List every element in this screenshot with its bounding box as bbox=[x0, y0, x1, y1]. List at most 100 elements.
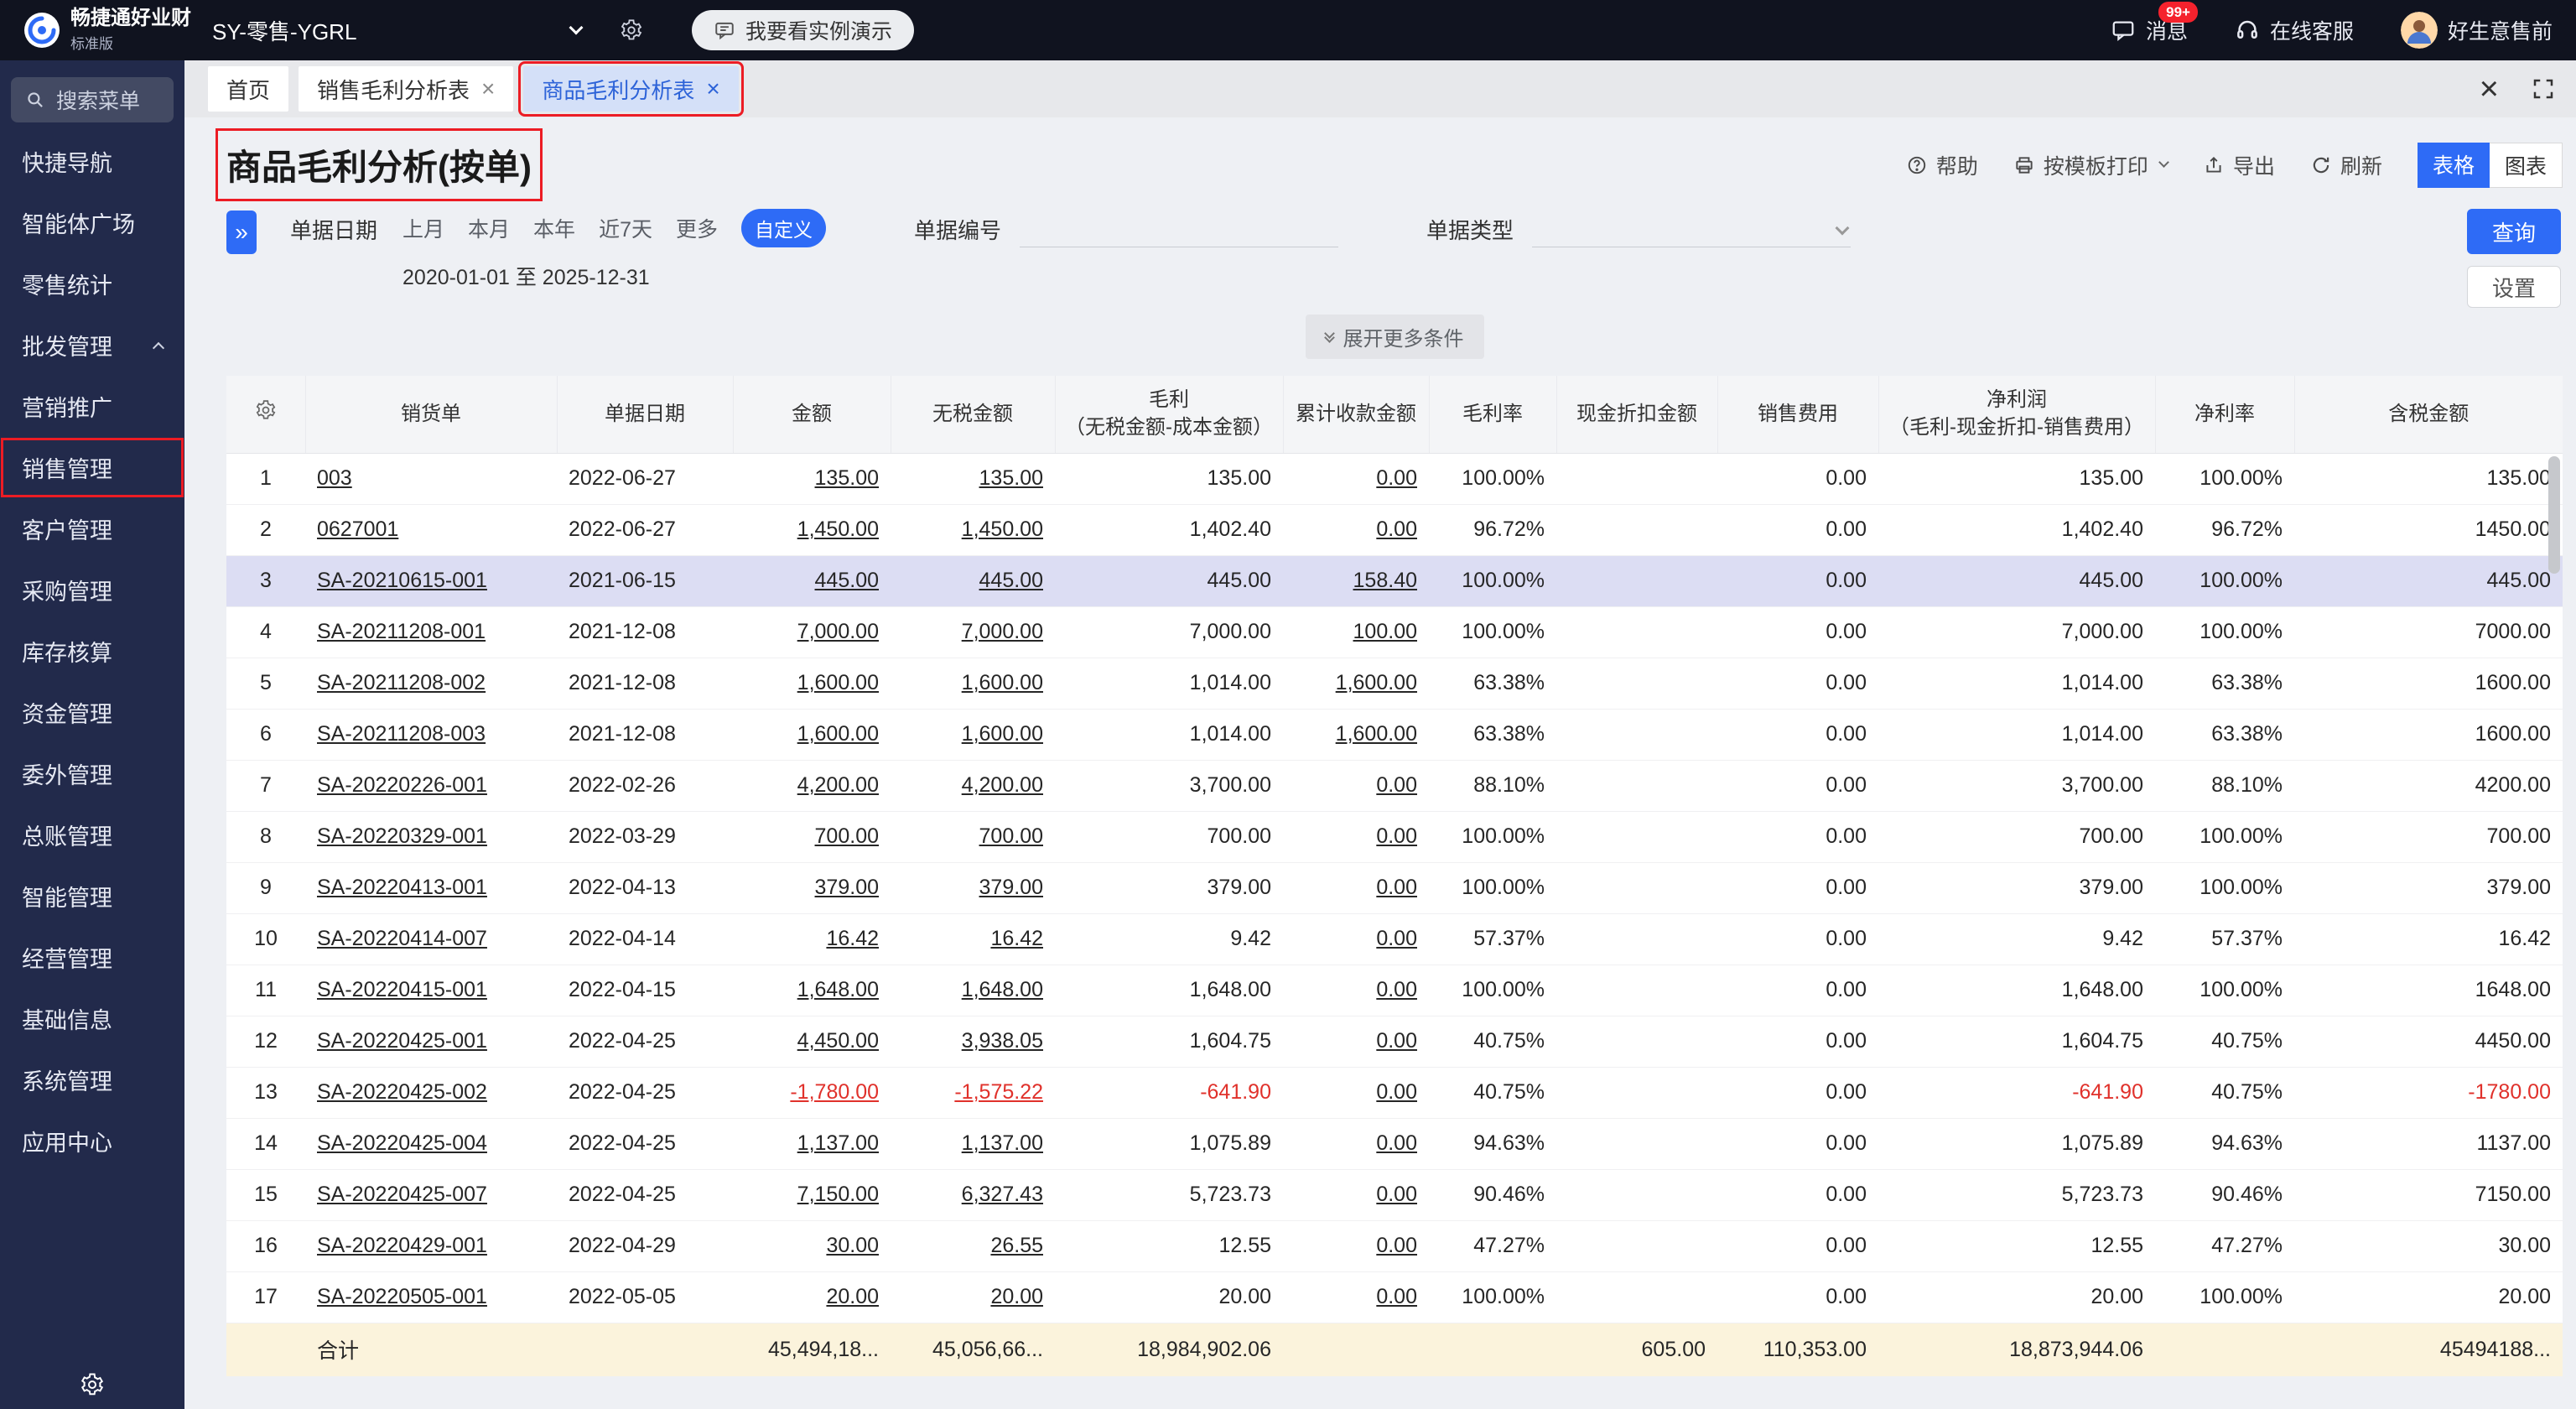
doc-number-link[interactable]: SA-20210615-001 bbox=[317, 569, 487, 592]
doc-number-link[interactable]: SA-20220425-007 bbox=[317, 1183, 487, 1206]
date-quick-option[interactable]: 本月 bbox=[468, 213, 510, 243]
help-button[interactable]: 帮助 bbox=[1906, 150, 1978, 180]
amount-link[interactable]: 30.00 bbox=[826, 1234, 879, 1257]
doc-number-link[interactable]: SA-20220505-001 bbox=[317, 1285, 487, 1308]
tab-home[interactable]: 首页 bbox=[208, 66, 288, 112]
sidebar-item-ledger-mgmt[interactable]: 总账管理 bbox=[0, 804, 184, 866]
amount-link[interactable]: 1,450.00 bbox=[797, 517, 879, 541]
amount-link[interactable]: 4,450.00 bbox=[797, 1029, 879, 1053]
doc-number-link[interactable]: SA-20220329-001 bbox=[317, 824, 487, 848]
tab-close-icon[interactable]: × bbox=[706, 77, 719, 101]
amount-link[interactable]: 379.00 bbox=[979, 876, 1043, 899]
table-row[interactable]: 11SA-20220415-0012022-04-151,648.001,648… bbox=[226, 964, 2563, 1016]
doc-number-link[interactable]: 0627001 bbox=[317, 517, 398, 541]
amount-link[interactable]: 100.00 bbox=[1353, 620, 1417, 643]
amount-link[interactable]: 1,600.00 bbox=[962, 671, 1043, 694]
table-row[interactable]: 7SA-20220226-0012022-02-264,200.004,200.… bbox=[226, 760, 2563, 811]
date-quick-option[interactable]: 更多 bbox=[676, 213, 718, 243]
doc-number-link[interactable]: SA-20220226-001 bbox=[317, 773, 487, 797]
support-button[interactable]: 在线客服 bbox=[2235, 15, 2354, 45]
column-header[interactable]: 现金折扣金额 bbox=[1556, 376, 1717, 453]
table-row[interactable]: 13SA-20220425-0022022-04-25-1,780.00-1,5… bbox=[226, 1067, 2563, 1118]
amount-link[interactable]: 6,327.43 bbox=[962, 1183, 1043, 1206]
table-row[interactable]: 4SA-20211208-0012021-12-087,000.007,000.… bbox=[226, 606, 2563, 658]
amount-link[interactable]: 700.00 bbox=[815, 824, 879, 848]
amount-link[interactable]: 0.00 bbox=[1376, 824, 1417, 848]
amount-link[interactable]: 158.40 bbox=[1353, 569, 1417, 592]
doc-number-link[interactable]: SA-20220425-004 bbox=[317, 1131, 487, 1155]
table-row[interactable]: 6SA-20211208-0032021-12-081,600.001,600.… bbox=[226, 709, 2563, 760]
date-quick-option[interactable]: 近7天 bbox=[599, 213, 652, 243]
collapse-filters-button[interactable]: » bbox=[226, 211, 257, 254]
amount-link[interactable]: 1,600.00 bbox=[1336, 722, 1417, 746]
column-settings-gear-icon[interactable] bbox=[226, 376, 305, 453]
settings-button[interactable]: 设置 bbox=[2467, 266, 2561, 308]
amount-link[interactable]: 0.00 bbox=[1376, 978, 1417, 1001]
sidebar-item-basic-info[interactable]: 基础信息 bbox=[0, 988, 184, 1049]
table-row[interactable]: 14SA-20220425-0042022-04-251,137.001,137… bbox=[226, 1118, 2563, 1169]
column-header[interactable]: 销货单 bbox=[305, 376, 557, 453]
amount-link[interactable]: 1,600.00 bbox=[962, 722, 1043, 746]
sidebar-item-operation-mgmt[interactable]: 经营管理 bbox=[0, 927, 184, 988]
close-tabs-icon[interactable]: × bbox=[2480, 72, 2499, 106]
table-row[interactable]: 3SA-20210615-0012021-06-15445.00445.0044… bbox=[226, 555, 2563, 606]
amount-link[interactable]: 1,137.00 bbox=[797, 1131, 879, 1155]
amount-link[interactable]: 7,000.00 bbox=[962, 620, 1043, 643]
doc-number-link[interactable]: SA-20220415-001 bbox=[317, 978, 487, 1001]
amount-link[interactable]: 4,200.00 bbox=[962, 773, 1043, 797]
demo-link[interactable]: 我要看实例演示 bbox=[692, 10, 914, 50]
amount-link[interactable]: 1,648.00 bbox=[962, 978, 1043, 1001]
view-chart-button[interactable]: 图表 bbox=[2490, 143, 2563, 188]
date-quick-option[interactable]: 上月 bbox=[402, 213, 444, 243]
amount-link[interactable]: 0.00 bbox=[1376, 876, 1417, 899]
table-scrollbar[interactable] bbox=[2548, 456, 2560, 1370]
messages-button[interactable]: 消息 99+ bbox=[2111, 15, 2188, 45]
column-header[interactable]: 毛利 （无税金额-成本金额） bbox=[1055, 376, 1283, 453]
doc-number-link[interactable]: SA-20211208-002 bbox=[317, 671, 486, 694]
amount-link[interactable]: 1,450.00 bbox=[962, 517, 1043, 541]
amount-link[interactable]: 7,000.00 bbox=[797, 620, 879, 643]
doc-type-select[interactable] bbox=[1532, 209, 1851, 247]
amount-link[interactable]: 1,600.00 bbox=[797, 722, 879, 746]
refresh-button[interactable]: 刷新 bbox=[2310, 150, 2382, 180]
table-row[interactable]: 15SA-20220425-0072022-04-257,150.006,327… bbox=[226, 1169, 2563, 1220]
amount-link[interactable]: 1,137.00 bbox=[962, 1131, 1043, 1155]
sidebar-item-sales-mgmt[interactable]: 销售管理 bbox=[0, 437, 184, 498]
tab-sales-gross-profit[interactable]: 销售毛利分析表× bbox=[299, 66, 513, 112]
doc-number-link[interactable]: SA-20220429-001 bbox=[317, 1234, 487, 1257]
topbar-gear-icon[interactable] bbox=[620, 18, 643, 42]
table-row[interactable]: 17SA-20220505-0012022-05-0520.0020.0020.… bbox=[226, 1271, 2563, 1323]
amount-link[interactable]: 20.00 bbox=[990, 1285, 1043, 1308]
doc-number-link[interactable]: SA-20220425-002 bbox=[317, 1080, 487, 1104]
date-quick-option[interactable]: 本年 bbox=[533, 213, 575, 243]
tab-close-icon[interactable]: × bbox=[481, 77, 495, 101]
column-header[interactable]: 毛利率 bbox=[1429, 376, 1556, 453]
table-row[interactable]: 16SA-20220429-0012022-04-2930.0026.5512.… bbox=[226, 1220, 2563, 1271]
fullscreen-icon[interactable] bbox=[2531, 76, 2556, 101]
amount-link[interactable]: 379.00 bbox=[815, 876, 879, 899]
table-row[interactable]: 8SA-20220329-0012022-03-29700.00700.0070… bbox=[226, 811, 2563, 862]
view-table-button[interactable]: 表格 bbox=[2418, 143, 2490, 188]
amount-link[interactable]: 0.00 bbox=[1376, 1131, 1417, 1155]
expand-more-button[interactable]: 展开更多条件 bbox=[1306, 315, 1484, 359]
amount-link[interactable]: 20.00 bbox=[826, 1285, 879, 1308]
amount-link[interactable]: 26.55 bbox=[990, 1234, 1043, 1257]
doc-number-link[interactable]: SA-20211208-003 bbox=[317, 722, 486, 746]
amount-link[interactable]: 0.00 bbox=[1376, 927, 1417, 950]
amount-link[interactable]: 0.00 bbox=[1376, 773, 1417, 797]
amount-link[interactable]: 16.42 bbox=[826, 927, 879, 950]
print-by-template-button[interactable]: 按模板打印 bbox=[2013, 150, 2168, 180]
amount-link[interactable]: 1,600.00 bbox=[797, 671, 879, 694]
column-header[interactable]: 净利率 bbox=[2155, 376, 2294, 453]
amount-link[interactable]: 4,200.00 bbox=[797, 773, 879, 797]
doc-number-link[interactable]: SA-20220413-001 bbox=[317, 876, 487, 899]
sidebar-item-agent-plaza[interactable]: 智能体广场 bbox=[0, 192, 184, 253]
doc-number-link[interactable]: 003 bbox=[317, 466, 352, 490]
sidebar-gear-icon[interactable] bbox=[80, 1372, 105, 1397]
sidebar-item-customer-mgmt[interactable]: 客户管理 bbox=[0, 498, 184, 559]
search-button[interactable]: 查询 bbox=[2467, 209, 2561, 254]
date-custom-option[interactable]: 自定义 bbox=[741, 209, 826, 247]
column-header[interactable]: 销售费用 bbox=[1717, 376, 1878, 453]
amount-link[interactable]: 1,600.00 bbox=[1336, 671, 1417, 694]
sidebar-item-intelligent-mgmt[interactable]: 智能管理 bbox=[0, 866, 184, 927]
